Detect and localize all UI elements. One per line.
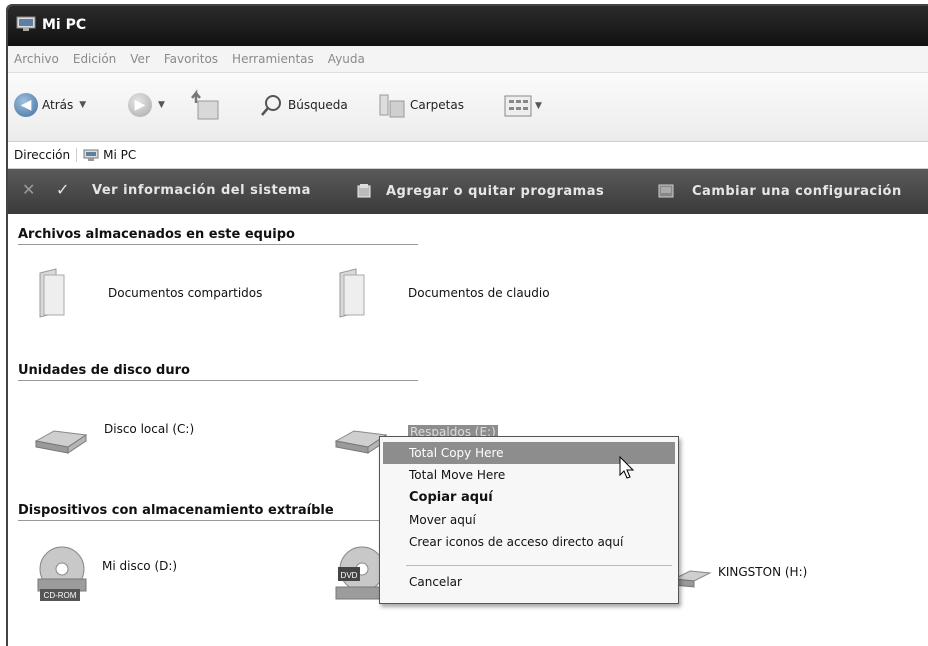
views-icon	[504, 95, 532, 117]
title-bar[interactable]: Mi PC	[8, 6, 928, 46]
up-folder-button[interactable]	[188, 89, 222, 121]
forward-arrow-icon: ▶	[128, 93, 152, 117]
search-label: Búsqueda	[288, 98, 348, 112]
forward-button[interactable]: ▶ ▼	[128, 93, 165, 117]
up-folder-icon	[191, 89, 219, 120]
views-dropdown-icon: ▼	[535, 101, 542, 111]
hard-drive-icon	[34, 430, 88, 454]
menu-bar: Archivo Edición Ver Favoritos Herramient…	[8, 46, 928, 73]
back-button[interactable]: ◀ Atrás ▼	[14, 93, 86, 117]
views-button[interactable]: ▼	[504, 95, 542, 117]
address-value: Mi PC	[103, 148, 137, 162]
back-arrow-icon: ◀	[14, 93, 38, 117]
menu-ayuda[interactable]: Ayuda	[328, 52, 365, 66]
forward-dropdown-icon[interactable]: ▼	[158, 100, 165, 110]
close-icon[interactable]: ✕	[22, 180, 36, 199]
address-field[interactable]: Mi PC	[77, 148, 136, 162]
local-disk-label: Disco local (C:)	[104, 422, 195, 436]
menu-edicion[interactable]: Edición	[73, 52, 116, 66]
menu-separator	[406, 565, 672, 566]
checkmark-icon: ✓	[56, 180, 70, 199]
claudio-documents-label: Documentos de claudio	[408, 286, 550, 300]
shared-documents-item[interactable]: Documentos compartidos	[34, 267, 262, 319]
local-disk-item[interactable]: Disco local (C:)	[32, 422, 195, 457]
add-remove-programs-icon	[357, 184, 371, 198]
menu-favoritos[interactable]: Favoritos	[164, 52, 218, 66]
change-setting-link[interactable]: Cambiar una configuración	[658, 183, 902, 199]
folders-label: Carpetas	[410, 98, 464, 112]
menu-item-move-here[interactable]: Mover aquí	[383, 509, 675, 531]
section-removable: Dispositivos con almacenamiento extraíbl…	[18, 503, 418, 521]
address-bar: Dirección Mi PC	[8, 142, 928, 169]
cdrom-badge: CD-ROM	[44, 591, 77, 600]
control-panel-icon	[658, 184, 674, 198]
section-stored-files: Archivos almacenados en este equipo	[18, 227, 418, 245]
kingston-label: KINGSTON (H:)	[718, 565, 808, 579]
change-setting-label: Cambiar una configuración	[692, 183, 902, 199]
my-disc-label: Mi disco (D:)	[102, 559, 178, 573]
add-remove-programs-label: Agregar o quitar programas	[386, 183, 605, 199]
menu-ver[interactable]: Ver	[130, 52, 150, 66]
menu-item-create-shortcuts[interactable]: Crear iconos de acceso directo aquí	[383, 531, 675, 553]
shared-documents-label: Documentos compartidos	[108, 286, 263, 300]
menu-archivo[interactable]: Archivo	[14, 52, 59, 66]
my-computer-small-icon	[83, 149, 99, 161]
folders-icon	[379, 94, 405, 118]
folder-icon	[339, 268, 365, 318]
address-label: Dirección	[8, 148, 78, 162]
kingston-drive-item[interactable]: KINGSTON (H:)	[672, 561, 807, 591]
my-computer-icon	[16, 16, 36, 31]
claudio-documents-item[interactable]: Documentos de claudio	[334, 267, 550, 319]
menu-herramientas[interactable]: Herramientas	[232, 52, 314, 66]
task-bar: ✕ ✓ Ver información del sistema Agregar …	[8, 169, 928, 214]
back-label: Atrás	[42, 98, 74, 112]
dvd-badge: DVD	[341, 571, 358, 580]
folders-button[interactable]: Carpetas	[378, 91, 464, 119]
menu-item-cancel[interactable]: Cancelar	[383, 571, 675, 593]
toolbar: ◀ Atrás ▼ ▶ ▼ Búsqueda Carpetas ▼	[8, 73, 928, 142]
view-system-info-link[interactable]: Ver información del sistema	[92, 183, 311, 198]
window-title: Mi PC	[42, 17, 87, 33]
cd-drive-icon: CD-ROM	[37, 546, 87, 601]
add-remove-programs-link[interactable]: Agregar o quitar programas	[356, 183, 604, 199]
my-disc-item[interactable]: CD-ROM Mi disco (D:)	[34, 545, 177, 603]
back-dropdown-icon[interactable]: ▼	[79, 100, 86, 110]
search-button[interactable]: Búsqueda	[260, 93, 348, 117]
section-hard-drives: Unidades de disco duro	[18, 363, 418, 381]
search-icon	[261, 95, 281, 116]
mouse-cursor-icon	[619, 456, 635, 479]
menu-item-copy-here[interactable]: Copiar aquí	[383, 487, 675, 509]
folder-icon	[39, 268, 65, 318]
